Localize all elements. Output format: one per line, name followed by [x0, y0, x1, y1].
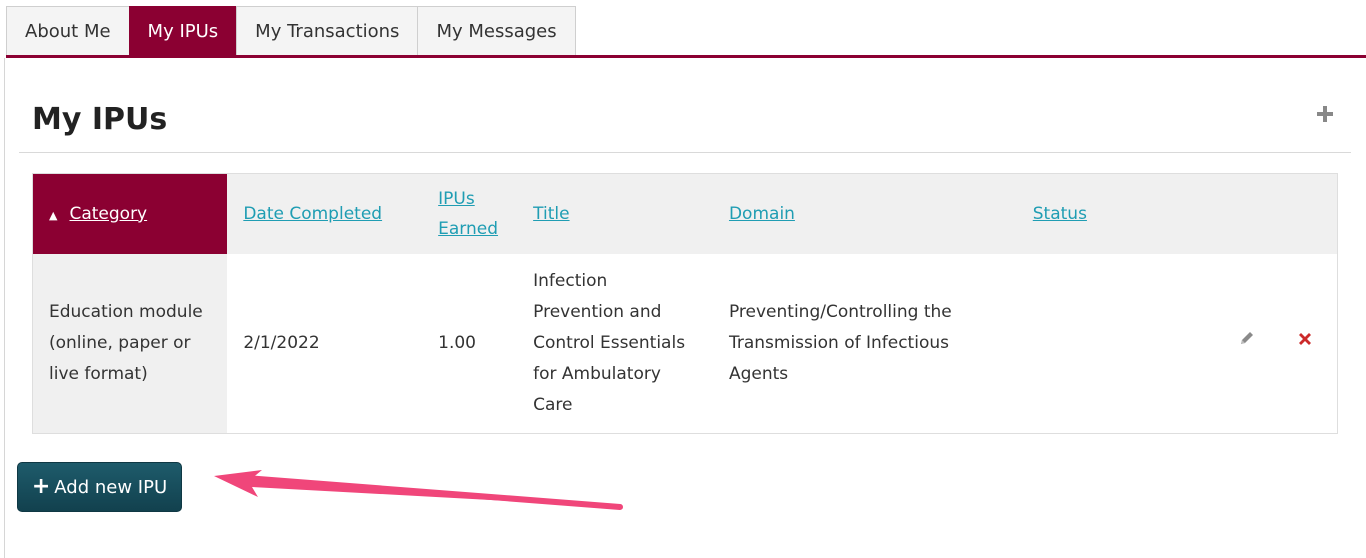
column-header-domain[interactable]: Domain — [712, 173, 1017, 254]
cell-ipus-earned: 1.00 — [438, 332, 476, 353]
page-title: My IPUs — [32, 102, 168, 137]
cell-delete — [1273, 254, 1337, 434]
cell-category: Education module (online, paper or live … — [32, 253, 228, 433]
cell-title: Infection Prevention and Control Essenti… — [533, 270, 686, 415]
add-new-ipu-button[interactable]: + Add new IPU — [17, 462, 182, 512]
profile-tabs: About Me My IPUs My Transactions My Mess… — [6, 6, 576, 55]
sort-link-date-completed[interactable]: Date Completed — [243, 204, 382, 224]
edit-button[interactable] — [1237, 328, 1257, 348]
cell-edit — [1213, 254, 1274, 434]
sort-link-title[interactable]: Title — [533, 204, 569, 224]
add-new-ipu-label: Add new IPU — [54, 476, 168, 498]
title-divider — [19, 152, 1351, 153]
tab-my-transactions[interactable]: My Transactions — [236, 6, 419, 55]
expand-plus-button[interactable] — [1313, 102, 1337, 126]
tab-my-messages[interactable]: My Messages — [417, 6, 576, 55]
column-header-category[interactable]: ▲ Category — [32, 173, 228, 254]
plus-icon: + — [31, 474, 51, 499]
column-header-delete — [1273, 173, 1338, 254]
cell-domain: Preventing/Controlling the Transmission … — [728, 301, 952, 384]
ipus-panel: My IPUs ▲ Category Date Completed IPUs Ea… — [4, 58, 1364, 558]
sort-link-ipus-earned[interactable]: IPUs Earned — [438, 189, 498, 239]
plus-icon — [1317, 106, 1333, 122]
column-header-title[interactable]: Title — [517, 173, 713, 254]
sort-link-category[interactable]: Category — [69, 204, 147, 224]
column-header-ipus[interactable]: IPUs Earned — [422, 173, 518, 254]
table-row: Education module (online, paper or live … — [32, 253, 1338, 434]
sort-link-domain[interactable]: Domain — [729, 204, 795, 224]
ipu-table: ▲ Category Date Completed IPUs Earned Tit… — [32, 173, 1338, 434]
column-header-date[interactable]: Date Completed — [227, 173, 423, 254]
cell-status — [1017, 254, 1213, 434]
column-header-status[interactable]: Status — [1016, 173, 1213, 254]
close-x-icon — [1299, 332, 1312, 345]
sort-link-status[interactable]: Status — [1033, 204, 1087, 224]
delete-button[interactable] — [1296, 330, 1314, 348]
column-header-edit — [1212, 173, 1274, 254]
pencil-icon — [1241, 331, 1254, 344]
tab-my-ipus[interactable]: My IPUs — [128, 6, 238, 55]
cell-date-completed: 2/1/2022 — [243, 332, 320, 353]
table-header-row: ▲ Category Date Completed IPUs Earned Tit… — [32, 173, 1338, 254]
tab-about-me[interactable]: About Me — [6, 6, 130, 55]
sort-ascending-icon: ▲ — [49, 208, 58, 222]
